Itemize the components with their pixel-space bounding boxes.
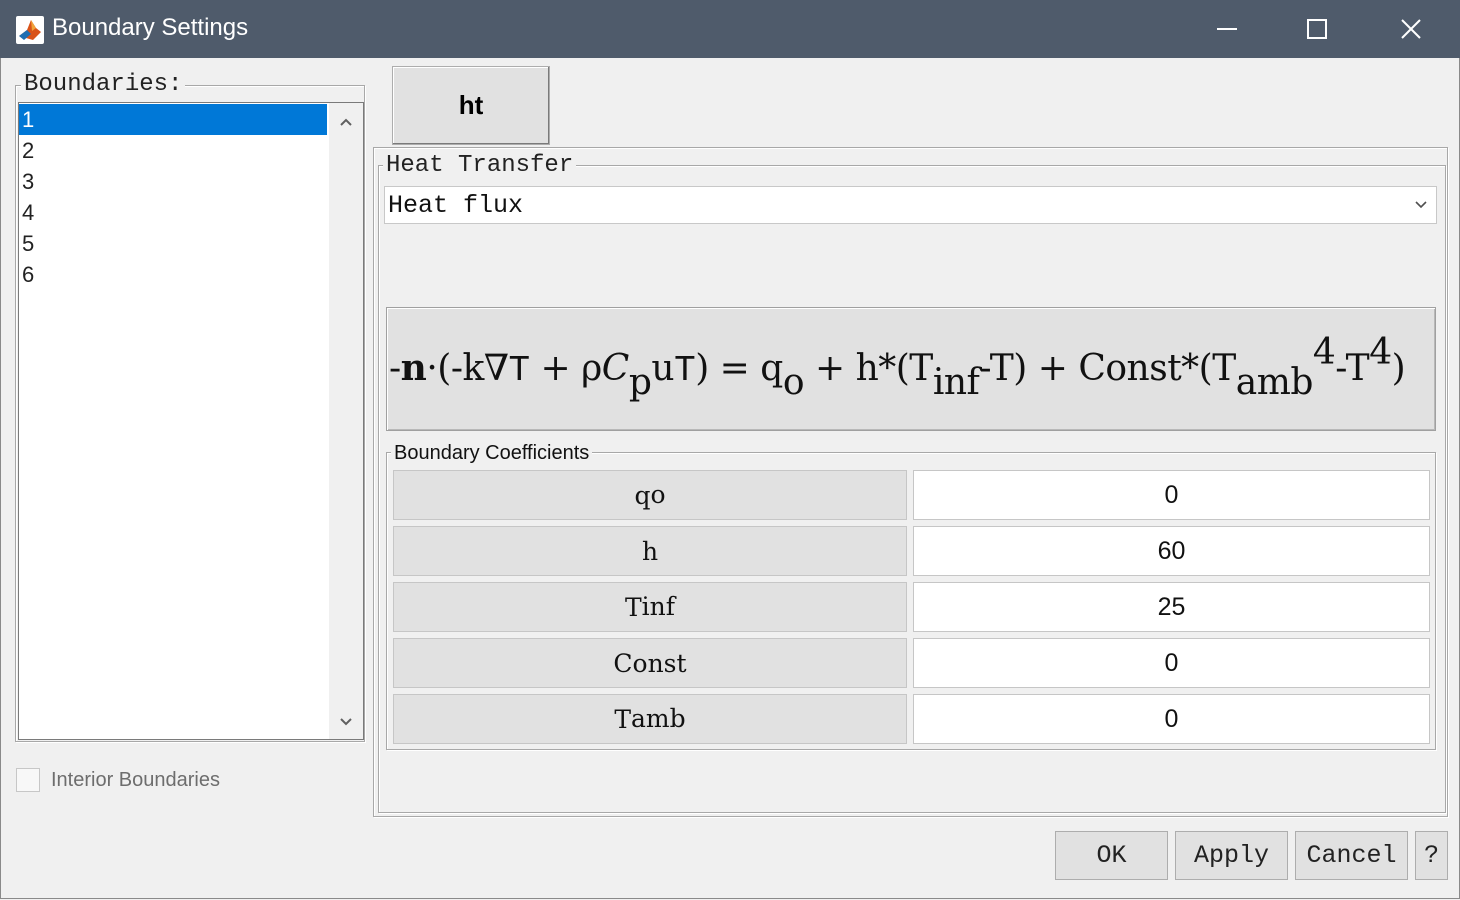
list-item[interactable]: 3: [19, 166, 327, 197]
condition-select[interactable]: Heat flux: [384, 186, 1437, 224]
coefficient-label: Const: [393, 638, 907, 688]
maximize-icon: [1307, 19, 1327, 39]
minimize-icon: [1217, 28, 1237, 30]
interior-boundaries-label: Interior Boundaries: [51, 769, 220, 791]
help-button[interactable]: ?: [1415, 831, 1448, 880]
coefficients-legend: Boundary Coefficients: [391, 443, 593, 463]
list-scrollbar[interactable]: [329, 103, 363, 739]
heat-transfer-legend: Heat Transfer: [383, 154, 577, 178]
boundaries-list[interactable]: 1 2 3 4 5 6: [18, 102, 364, 740]
list-item[interactable]: 1: [19, 104, 327, 135]
coefficient-label: Tamb: [393, 694, 907, 744]
coefficient-label: Tinf: [393, 582, 907, 632]
chevron-down-icon: [340, 718, 352, 726]
cancel-button[interactable]: Cancel: [1295, 831, 1408, 880]
list-item[interactable]: 5: [19, 228, 327, 259]
list-item[interactable]: 4: [19, 197, 327, 228]
chevron-down-icon: [1415, 201, 1427, 209]
title-bar: Boundary Settings: [0, 0, 1460, 58]
minimize-button[interactable]: [1182, 0, 1272, 58]
tab-ht[interactable]: ht: [392, 66, 550, 145]
coefficient-label: h: [393, 526, 907, 576]
scroll-up-button[interactable]: [329, 107, 363, 137]
coefficient-label: qo: [393, 470, 907, 520]
coefficient-input[interactable]: 25: [913, 582, 1430, 632]
close-button[interactable]: [1366, 0, 1456, 58]
list-item[interactable]: 6: [19, 259, 327, 290]
equation-display: -n·(-k∇T + ρCpuT) = qo + h*(Tinf-T) + Co…: [386, 307, 1436, 431]
chevron-up-icon: [340, 118, 352, 126]
list-item[interactable]: 2: [19, 135, 327, 166]
interior-boundaries-checkbox[interactable]: [16, 768, 40, 792]
scroll-down-button[interactable]: [329, 707, 363, 737]
ok-button[interactable]: OK: [1055, 831, 1168, 880]
coefficient-input[interactable]: 0: [913, 638, 1430, 688]
window-title: Boundary Settings: [52, 14, 249, 41]
coefficient-input[interactable]: 60: [913, 526, 1430, 576]
maximize-button[interactable]: [1272, 0, 1362, 58]
close-icon: [1401, 19, 1421, 39]
dropdown-button[interactable]: [1406, 187, 1436, 223]
condition-value: Heat flux: [388, 191, 524, 220]
matlab-icon: [16, 16, 44, 44]
equation-text: -n·(-k∇T + ρCpuT) = qo + h*(Tinf-T) + Co…: [389, 332, 1406, 403]
coefficient-input[interactable]: 0: [913, 694, 1430, 744]
coefficient-input[interactable]: 0: [913, 470, 1430, 520]
boundaries-legend: Boundaries:: [21, 73, 186, 97]
apply-button[interactable]: Apply: [1175, 831, 1288, 880]
